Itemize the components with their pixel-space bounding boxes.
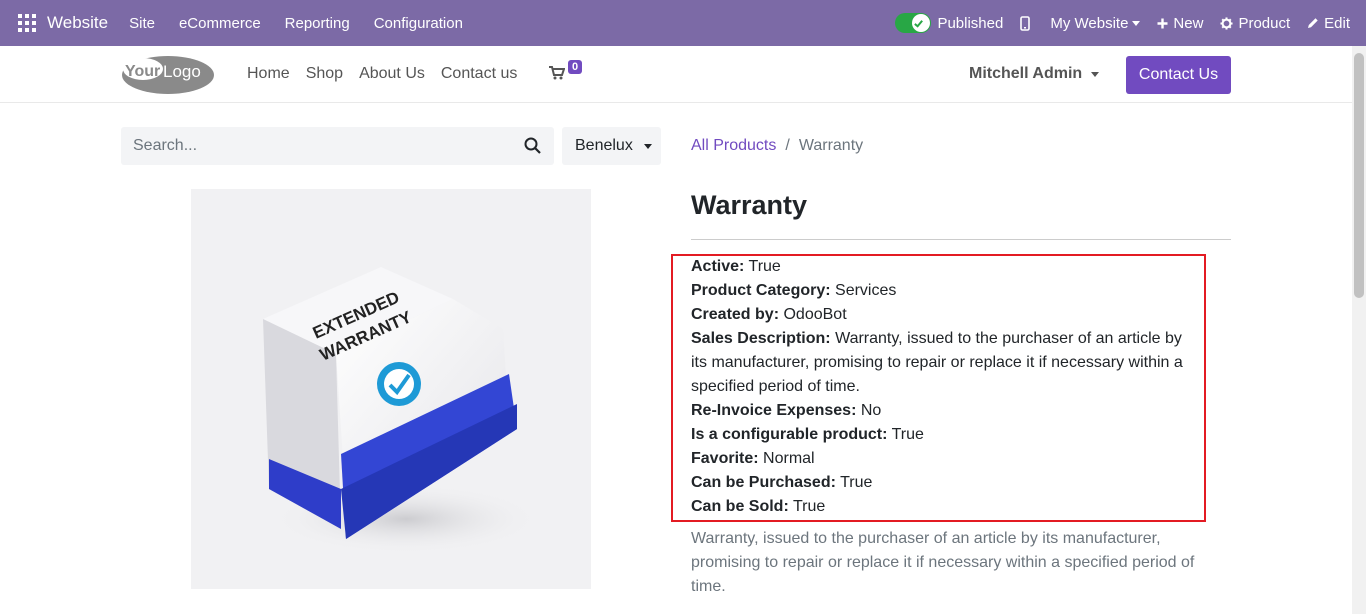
attribute-row: Favorite: Normal	[691, 447, 1201, 471]
breadcrumb: All Products / Warranty	[691, 137, 863, 155]
attribute-value: True	[891, 426, 924, 443]
product-image[interactable]: EXTENDED WARRANTY	[191, 189, 591, 589]
cart-icon	[549, 66, 566, 80]
pricelist-dropdown[interactable]: Benelux	[562, 127, 661, 165]
title-divider	[691, 239, 1231, 240]
edit-button[interactable]: Edit	[1307, 15, 1350, 32]
attribute-row: Re-Invoice Expenses: No	[691, 399, 1201, 423]
pricelist-label: Benelux	[575, 137, 633, 154]
toggle-switch[interactable]	[895, 13, 932, 33]
nav-about-us[interactable]: About Us	[359, 65, 425, 83]
search-input[interactable]: Search...	[121, 127, 554, 165]
cart-button[interactable]: 0	[549, 60, 583, 85]
mobile-preview-button[interactable]	[1020, 15, 1035, 31]
product-description: Warranty, issued to the purchaser of an …	[691, 530, 1195, 595]
attribute-row: Sales Description: Warranty, issued to t…	[691, 327, 1201, 399]
admin-menu-ecommerce[interactable]: eCommerce	[179, 15, 261, 32]
attribute-value: True	[792, 498, 826, 515]
warranty-box-illustration: EXTENDED WARRANTY	[263, 267, 541, 554]
edit-label: Edit	[1324, 14, 1350, 32]
search-icon[interactable]	[524, 137, 541, 154]
attribute-row: Active: True	[691, 255, 1201, 279]
attribute-value: No	[860, 402, 882, 419]
logo-logo-text: Logo	[163, 62, 201, 81]
attribute-row: Can be Sold: True	[691, 495, 1201, 519]
apps-grid-icon[interactable]	[18, 14, 36, 32]
attribute-row: Can be Purchased: True	[691, 471, 1201, 495]
attribute-row: Product Category: Services	[691, 279, 1201, 303]
gear-icon	[1220, 16, 1233, 30]
product-attributes: Active: True Product Category: Services …	[691, 255, 1201, 519]
attribute-value: True	[840, 474, 873, 491]
attribute-row: Is a configurable product: True	[691, 423, 1201, 447]
user-menu[interactable]: Mitchell Admin	[969, 65, 1100, 83]
search-placeholder: Search...	[133, 137, 198, 154]
site-logo[interactable]: Your Logo	[121, 54, 215, 95]
breadcrumb-separator: /	[785, 137, 790, 154]
published-label: Published	[937, 14, 1004, 32]
product-label: Product	[1238, 14, 1291, 32]
mobile-icon	[1020, 15, 1031, 31]
scrollbar-thumb[interactable]	[1354, 53, 1364, 298]
contact-us-button[interactable]: Contact Us	[1126, 56, 1231, 94]
nav-home[interactable]: Home	[247, 65, 290, 83]
user-name: Mitchell Admin	[969, 65, 1083, 82]
attribute-label: Active:	[691, 258, 745, 275]
cart-count-badge: 0	[568, 60, 583, 74]
nav-shop[interactable]: Shop	[306, 65, 343, 83]
attribute-label: Can be Sold:	[691, 498, 789, 515]
plus-icon	[1157, 18, 1168, 28]
caret-down-icon	[643, 143, 652, 149]
logo-your-text: Your	[125, 63, 160, 80]
attribute-label: Can be Purchased:	[691, 474, 836, 491]
attribute-label: Created by:	[691, 306, 780, 323]
attribute-value: Normal	[763, 450, 815, 467]
admin-bar: Website Site eCommerce Reporting Configu…	[0, 0, 1366, 46]
my-website-dropdown[interactable]: My Website	[1050, 14, 1141, 32]
app-name[interactable]: Website	[47, 13, 108, 33]
site-header: Your Logo Home Shop About Us Contact us …	[0, 46, 1352, 103]
new-label: New	[1173, 14, 1204, 32]
attribute-row: Created by: OdooBot	[691, 303, 1201, 327]
check-icon	[914, 19, 924, 28]
admin-menu-site[interactable]: Site	[129, 15, 155, 32]
attribute-label: Favorite:	[691, 450, 759, 467]
attribute-value: True	[748, 258, 781, 275]
published-toggle[interactable]: Published	[895, 13, 1003, 33]
admin-bar-actions: Published My Website New Product Edit	[895, 0, 1366, 46]
admin-menu-configuration[interactable]: Configuration	[374, 15, 463, 32]
pencil-icon	[1308, 18, 1318, 28]
nav-contact-us[interactable]: Contact us	[441, 65, 517, 83]
caret-down-icon	[1132, 20, 1141, 26]
my-website-label: My Website	[1050, 14, 1129, 32]
caret-down-icon	[1091, 71, 1100, 77]
attribute-value: OdooBot	[783, 306, 847, 323]
attribute-label: Re-Invoice Expenses:	[691, 402, 857, 419]
product-title: Warranty	[691, 190, 808, 220]
attribute-label: Product Category:	[691, 282, 831, 299]
product-button[interactable]: Product	[1220, 15, 1290, 32]
attribute-label: Is a configurable product:	[691, 426, 888, 443]
breadcrumb-all-products[interactable]: All Products	[691, 137, 776, 155]
admin-menu: Site eCommerce Reporting Configuration	[129, 15, 463, 32]
main-nav: Home Shop About Us Contact us	[247, 65, 517, 83]
admin-menu-reporting[interactable]: Reporting	[285, 15, 350, 32]
page-scrollbar[interactable]	[1352, 46, 1366, 614]
attribute-label: Sales Description:	[691, 330, 831, 347]
attribute-value: Services	[835, 282, 897, 299]
breadcrumb-current: Warranty	[798, 137, 864, 154]
new-button[interactable]: New	[1157, 15, 1203, 32]
